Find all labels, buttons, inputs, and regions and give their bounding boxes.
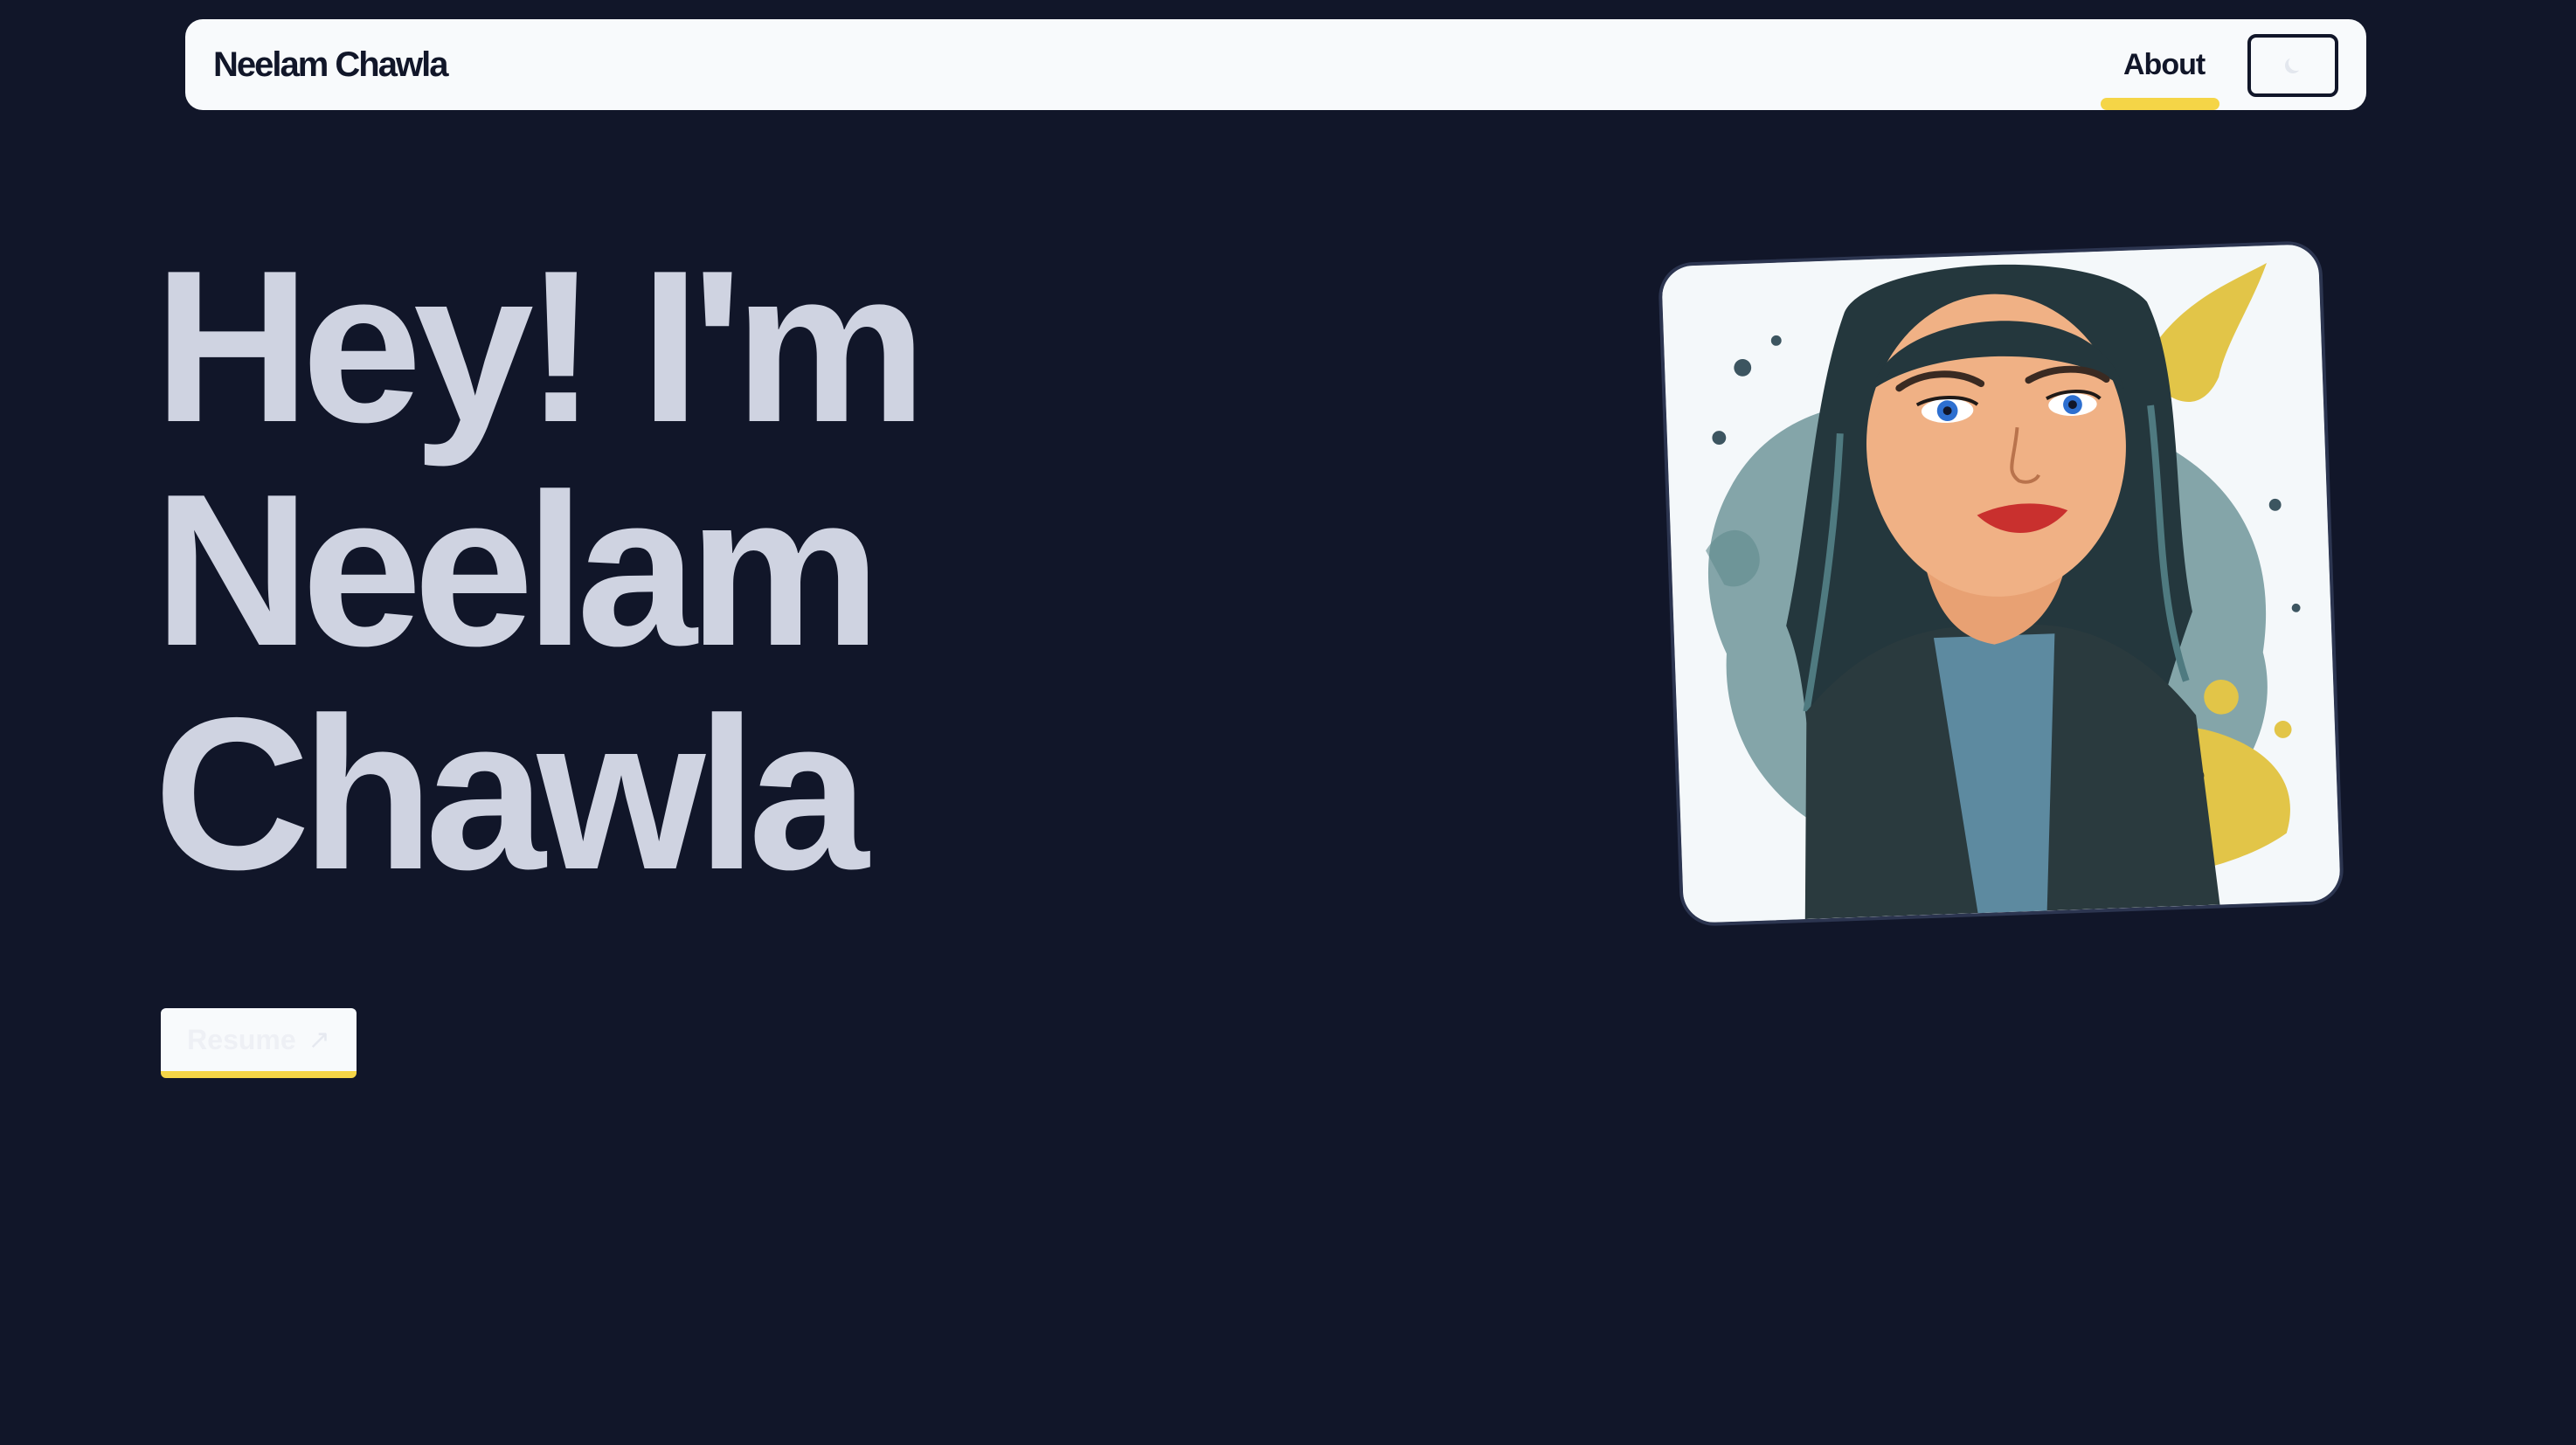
hero-title-line-2: Neelam xyxy=(154,448,881,691)
moon-icon xyxy=(2289,55,2304,71)
navbar: Neelam Chawla About xyxy=(185,19,2366,110)
arrow-up-right-icon: ↗ xyxy=(308,1025,330,1054)
hero-title-line-1: Hey! I'm xyxy=(154,225,927,467)
hero-title: Hey! I'm Neelam Chawla xyxy=(154,225,927,915)
nav-active-underline xyxy=(2101,98,2219,110)
brand-logo[interactable]: Neelam Chawla xyxy=(213,19,448,110)
page: Neelam Chawla About Hey! I'm Neelam Chaw… xyxy=(0,0,2576,1445)
portrait-illustration xyxy=(1661,244,2341,923)
resume-button[interactable]: Resume ↗ xyxy=(161,1008,357,1078)
theme-toggle-button[interactable] xyxy=(2247,34,2338,97)
portrait-image xyxy=(1657,239,2345,928)
resume-button-label: Resume xyxy=(187,1023,296,1055)
nav-link-about[interactable]: About xyxy=(2101,44,2227,87)
hero-title-line-3: Chawla xyxy=(154,672,869,915)
